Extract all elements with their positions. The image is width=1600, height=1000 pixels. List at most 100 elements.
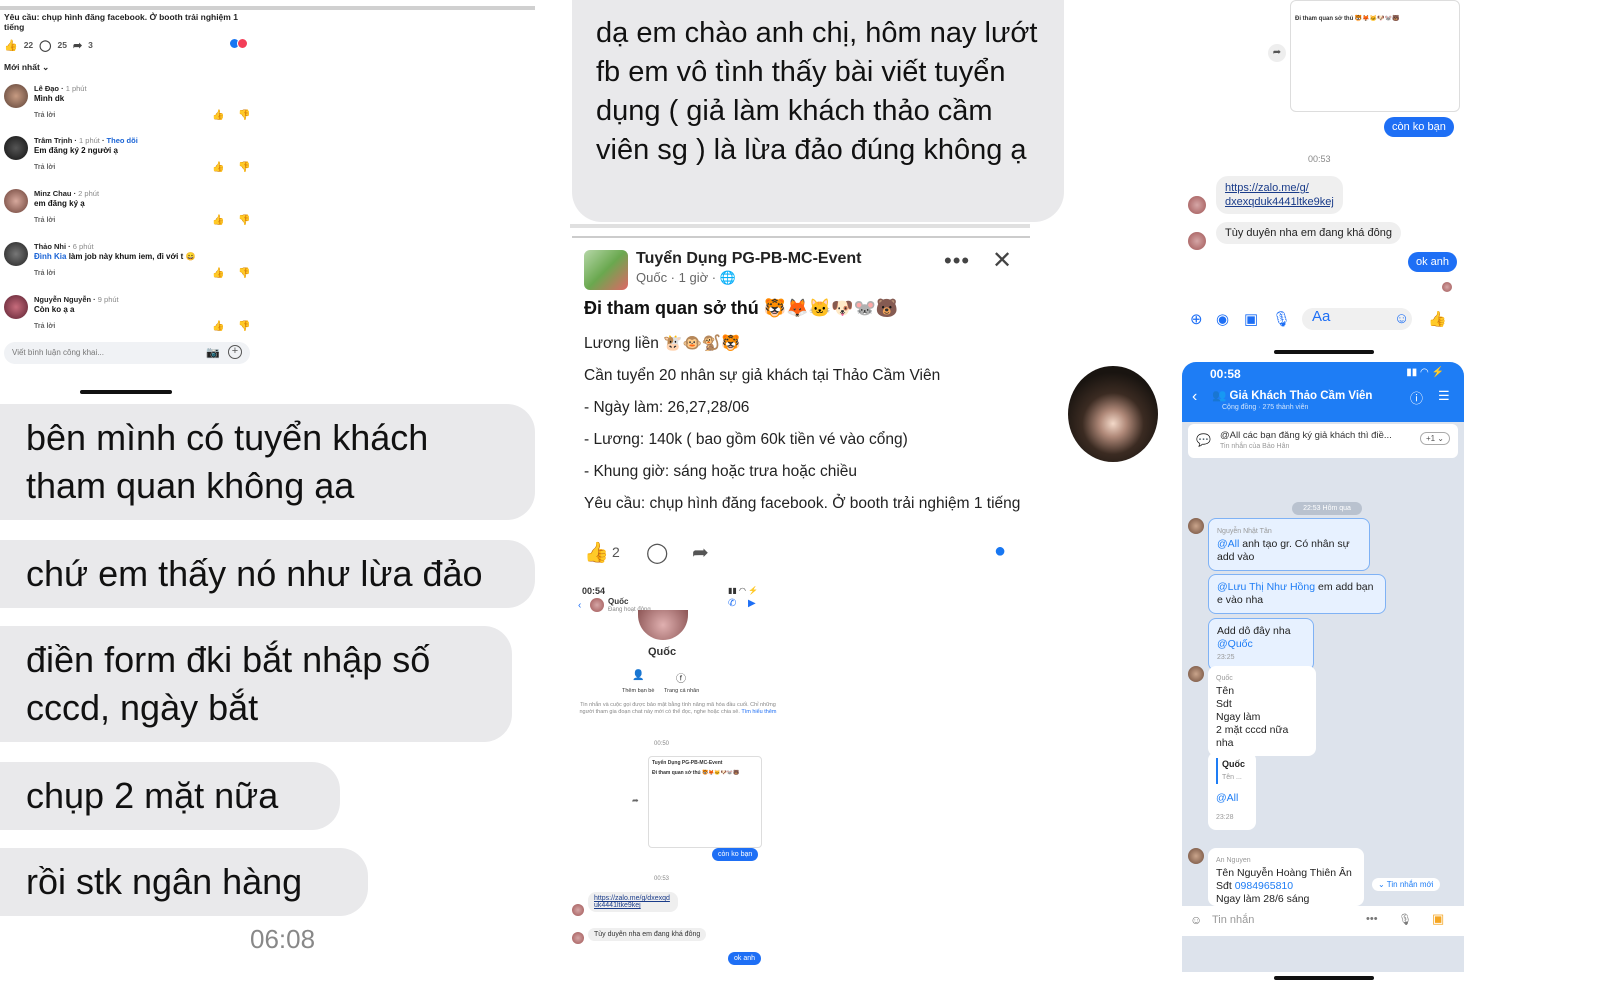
reply-link[interactable]: Trả lời — [34, 164, 55, 171]
reactions-icon[interactable] — [229, 38, 251, 50]
facebook-icon[interactable]: ⓕ — [676, 670, 686, 685]
add-friend-icon[interactable]: 👤 — [632, 670, 644, 681]
avatar[interactable] — [1188, 518, 1204, 534]
plus-icon[interactable]: ⊕ — [1190, 310, 1203, 328]
message-bubble: chứ em thấy nó như lừa đảo — [0, 540, 535, 608]
sent-message: ok anh — [728, 952, 762, 965]
group-name[interactable]: 👥 Giả Khách Thảo Cầm Viên — [1212, 388, 1372, 402]
more-icon[interactable]: ••• — [944, 248, 970, 274]
forward-icon[interactable]: ➦ — [632, 796, 639, 805]
like-icon[interactable]: 👍 — [212, 110, 224, 121]
like-icon[interactable]: 👍 — [584, 540, 609, 565]
avatar[interactable] — [1188, 848, 1204, 864]
share-icon[interactable]: ➦ — [73, 39, 82, 52]
avatar[interactable] — [1188, 196, 1206, 214]
sent-message: ok anh — [1408, 252, 1458, 272]
message-input[interactable]: ☺ Tin nhắn ••• 🎙 ▣ — [1182, 906, 1464, 936]
camera-icon[interactable]: 📷 — [206, 346, 220, 359]
reply-link[interactable]: Trả lời — [34, 217, 55, 224]
composer-toolbar: ⊕ ◉ ▣ 🎙 Aa ☺ 👍 — [1190, 308, 1460, 334]
page-avatar[interactable] — [584, 250, 628, 290]
comment-icon[interactable]: ◯ — [39, 39, 51, 52]
received-message: Tùy duyên nha em đang khá đông — [1216, 222, 1401, 244]
pinned-message[interactable]: 💬 @All các bạn đăng ký giả khách thì điề… — [1188, 424, 1458, 458]
zalo-link[interactable]: https://zalo.me/g/dxexqduk4441ltke9kej — [1216, 176, 1343, 214]
like-icon[interactable]: 👍 — [212, 321, 224, 332]
mention-tag[interactable]: Đình Kia — [34, 252, 66, 261]
comment-author: Trâm Trịnh · 1 phút · Theo dõi — [34, 136, 138, 145]
mic-icon[interactable]: 🎙 — [1272, 310, 1291, 328]
avatar[interactable] — [4, 242, 28, 266]
info-icon[interactable]: ⓘ — [1410, 388, 1423, 407]
like-icon[interactable]: 👍 — [4, 39, 18, 52]
share-icon[interactable]: ➦ — [692, 540, 709, 565]
post-title: Đi tham quan sở thú 🐯🦊🐱🐶🐭🐻 — [584, 298, 899, 318]
sort-label: Mới nhất — [4, 62, 40, 72]
comment-icon[interactable]: ◯ — [646, 540, 668, 565]
like-icon[interactable]: 👍 — [212, 268, 224, 279]
post-actions: 👍 2 ◯ ➦ ● — [584, 540, 1024, 564]
like-icon[interactable]: 👍 — [212, 162, 224, 173]
group-members: Cộng đồng · 275 thành viên — [1222, 404, 1309, 411]
emoji-icon[interactable]: ☺ — [1394, 310, 1409, 327]
emoji-icon[interactable]: ☺ — [1190, 913, 1202, 927]
group-message: An Nguyen Tên Nguyễn Hoàng Thiên Ân Sđt … — [1208, 848, 1364, 906]
mic-icon[interactable]: 🎙 — [1398, 913, 1412, 926]
back-icon[interactable]: ‹ — [1192, 388, 1197, 406]
thumbs-up-icon[interactable]: 👍 — [1428, 310, 1447, 328]
comment-author: Nguyễn Nguyễn · 9 phút — [34, 295, 119, 304]
avatar[interactable] — [1188, 666, 1204, 682]
comment-input[interactable]: Viết bình luận công khai... 📷 + — [4, 342, 250, 364]
shared-post-card[interactable]: Tuyển Dụng PG-PB-MC-Event Đi tham quan s… — [648, 756, 762, 848]
close-icon[interactable]: ✕ — [992, 246, 1012, 275]
page-name[interactable]: Tuyển Dụng PG-PB-MC-Event — [636, 250, 861, 268]
message-bubble: rồi stk ngân hàng — [0, 848, 368, 916]
video-icon[interactable]: ▶ — [748, 598, 756, 609]
profile-label[interactable]: Trang cá nhân — [664, 688, 699, 694]
forward-icon[interactable]: ➦ — [1268, 44, 1286, 62]
home-indicator — [80, 390, 172, 394]
plus-icon[interactable]: + — [228, 345, 242, 359]
dislike-icon[interactable]: 👎 — [238, 162, 250, 173]
zalo-link[interactable]: https://zalo.me/g/dxexqduk4441ltke9kej — [588, 892, 678, 912]
post-line: - Lương: 140k ( bao gồm 60k tiền vé vào … — [584, 431, 908, 448]
follow-link[interactable]: Theo dõi — [107, 136, 138, 145]
group-message: Quốc Tên Sdt Ngay làm 2 mặt cccd nữa nha — [1208, 666, 1316, 756]
dislike-icon[interactable]: 👎 — [238, 110, 250, 121]
status-time: 00:58 — [1210, 367, 1241, 381]
new-messages-button[interactable]: ⌄ Tin nhắn mới — [1372, 878, 1440, 891]
avatar[interactable] — [4, 84, 28, 108]
avatar[interactable] — [4, 136, 28, 160]
like-icon[interactable]: 👍 — [212, 215, 224, 226]
timestamp: 06:08 — [250, 924, 316, 954]
reply-link[interactable]: Trả lời — [34, 112, 55, 119]
dislike-icon[interactable]: 👎 — [238, 268, 250, 279]
pinned-count[interactable]: +1 ⌄ — [1419, 432, 1450, 445]
phone-icon[interactable]: ✆ — [728, 598, 736, 609]
dislike-icon[interactable]: 👎 — [238, 215, 250, 226]
dislike-icon[interactable]: 👎 — [238, 321, 250, 332]
sort-dropdown[interactable]: Mới nhất ⌄ — [4, 62, 49, 73]
learn-more-link[interactable]: Tìm hiểu thêm — [741, 709, 776, 715]
reply-link[interactable]: Trả lời — [34, 323, 55, 330]
back-icon[interactable]: ‹ — [578, 600, 581, 611]
more-icon[interactable]: ••• — [1366, 913, 1378, 925]
post-line: - Ngày làm: 26,27,28/06 — [584, 399, 750, 416]
camera-icon[interactable]: ◉ — [1216, 310, 1229, 328]
avatar[interactable] — [590, 598, 604, 612]
pinned-text: @All các bạn đăng ký giả khách thì điề..… — [1220, 430, 1392, 441]
group-message: Nguyễn Nhật Tân @All anh tạo gr. Có nhân… — [1208, 518, 1370, 571]
read-receipt-avatar — [1442, 282, 1452, 292]
status-icons: ▮▮ ◠ ⚡ — [728, 586, 759, 595]
avatar — [572, 932, 584, 944]
shared-post-card[interactable]: Đi tham quan sở thú 🐯🦊🐱🐶🐭🐻 — [1290, 0, 1460, 112]
reply-link[interactable]: Trả lời — [34, 270, 55, 277]
avatar[interactable] — [4, 295, 28, 319]
add-friend-label[interactable]: Thêm bạn bè — [622, 688, 654, 694]
left-panel: Yêu cầu: chụp hình đăng facebook. Ở boot… — [0, 0, 535, 1000]
menu-icon[interactable]: ☰ — [1438, 388, 1450, 404]
avatar[interactable] — [1188, 232, 1206, 250]
image-icon[interactable]: ▣ — [1244, 310, 1258, 328]
image-icon[interactable]: ▣ — [1432, 911, 1444, 927]
avatar[interactable] — [4, 189, 28, 213]
